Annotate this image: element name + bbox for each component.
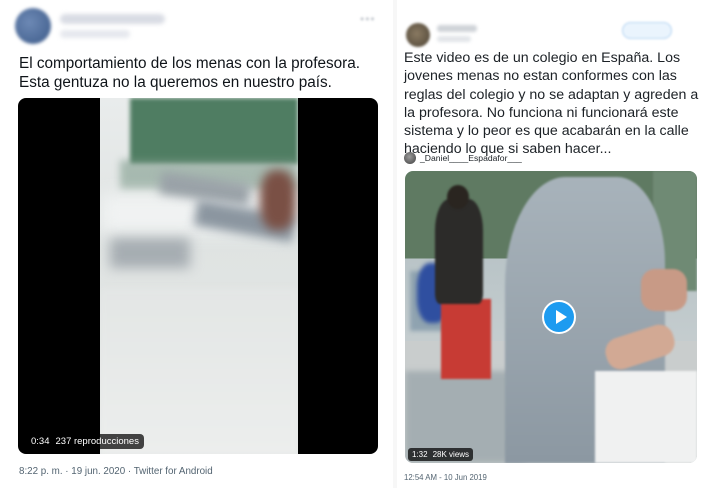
video-duration: 1:32 (412, 450, 428, 459)
tweet-text: Este video es de un colegio en España. L… (404, 50, 699, 158)
left-tweet: ••• El comportamiento de los menas con l… (0, 0, 393, 488)
follow-button-blurred[interactable] (622, 22, 672, 39)
user-handle-blurred (437, 36, 471, 42)
user-handle-blurred (60, 30, 130, 38)
tweet-timestamp[interactable]: 8:22 p. m. · 19 jun. 2020 · Twitter for … (19, 466, 213, 477)
video-duration: 0:34 (31, 436, 50, 447)
quoted-user[interactable]: _Daniel____Espadafor___ (404, 151, 522, 165)
right-tweet: Este video es de un colegio en España. L… (397, 0, 715, 488)
user-name-blurred[interactable] (60, 14, 165, 24)
play-icon[interactable] (542, 300, 576, 334)
tweet-text: El comportamiento de los menas con la pr… (19, 55, 360, 91)
video-views: 237 reproducciones (55, 436, 139, 447)
video-player[interactable] (18, 98, 378, 454)
more-icon[interactable]: ••• (360, 12, 380, 26)
video-views: 28K views (432, 450, 470, 459)
quoted-user-name: _Daniel____Espadafor___ (420, 153, 522, 163)
video-frame (100, 98, 298, 454)
avatar[interactable] (15, 8, 51, 44)
video-stats-badge: 1:32 28K views (408, 448, 474, 461)
quoted-user-avatar (404, 152, 416, 164)
avatar[interactable] (406, 23, 430, 47)
video-player[interactable] (405, 171, 697, 463)
video-stats-badge: 0:34 237 reproducciones (26, 434, 144, 449)
tweet-timestamp[interactable]: 12:54 AM - 10 Jun 2019 (404, 473, 487, 482)
user-name-blurred[interactable] (437, 25, 477, 32)
